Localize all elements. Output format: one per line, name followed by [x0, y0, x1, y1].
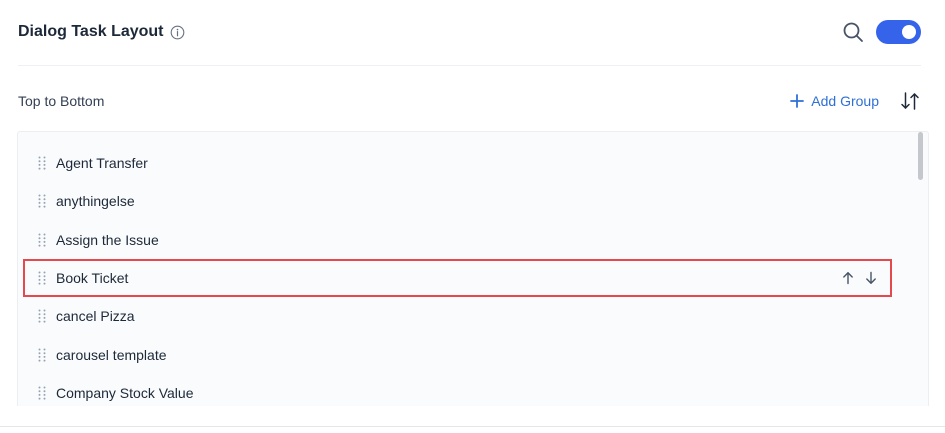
- list-item[interactable]: Agent Transfer: [18, 144, 916, 182]
- header: Dialog Task Layout: [18, 14, 921, 50]
- list-item[interactable]: carousel template: [18, 335, 916, 373]
- drag-handle-icon[interactable]: [37, 271, 47, 285]
- drag-handle-icon[interactable]: [37, 348, 47, 362]
- bottom-divider: [0, 426, 945, 427]
- plus-icon: [790, 94, 805, 108]
- list-item[interactable]: anythingelse: [18, 182, 916, 220]
- page-title: Dialog Task Layout: [18, 23, 164, 40]
- header-actions: [842, 20, 921, 44]
- task-list: Agent Transfer anythingelse Assign the I…: [18, 144, 916, 406]
- task-list-panel: Agent Transfer anythingelse Assign the I…: [17, 131, 929, 406]
- toggle-knob: [902, 25, 916, 39]
- list-item-label: carousel template: [56, 346, 167, 363]
- search-icon[interactable]: [842, 21, 864, 43]
- header-divider: [18, 65, 921, 66]
- list-item-label: cancel Pizza: [56, 308, 135, 325]
- info-icon[interactable]: [170, 25, 185, 40]
- add-group-label: Add Group: [811, 93, 879, 109]
- section-label: Top to Bottom: [18, 93, 105, 109]
- list-item[interactable]: cancel Pizza: [18, 297, 916, 335]
- layout-toggle[interactable]: [876, 20, 921, 44]
- arrow-down-icon[interactable]: [864, 271, 878, 285]
- scrollbar-thumb[interactable]: [918, 132, 923, 180]
- section-bar: Top to Bottom Add Group: [18, 86, 921, 116]
- list-item[interactable]: Company Stock Value: [18, 374, 916, 406]
- drag-handle-icon[interactable]: [37, 233, 47, 247]
- drag-handle-icon[interactable]: [37, 309, 47, 323]
- row-actions: [832, 259, 878, 297]
- sort-arrows-icon[interactable]: [899, 90, 921, 112]
- drag-handle-icon[interactable]: [37, 386, 47, 400]
- list-item[interactable]: Assign the Issue: [18, 221, 916, 259]
- list-item-selected[interactable]: Book Ticket: [23, 258, 892, 298]
- arrow-up-icon[interactable]: [841, 271, 855, 285]
- list-item-label: Company Stock Value: [56, 384, 194, 401]
- scrollbar[interactable]: [917, 132, 925, 406]
- list-item-label: Assign the Issue: [56, 231, 159, 248]
- list-item-label: anythingelse: [56, 193, 135, 210]
- drag-handle-icon[interactable]: [37, 156, 47, 170]
- add-group-button[interactable]: Add Group: [790, 93, 879, 109]
- list-item-label: Agent Transfer: [56, 155, 148, 172]
- dialog-task-layout-page: Dialog Task Layout Top to Bottom Add Gro…: [0, 0, 945, 433]
- drag-handle-icon[interactable]: [37, 194, 47, 209]
- list-item-label: Book Ticket: [56, 270, 129, 287]
